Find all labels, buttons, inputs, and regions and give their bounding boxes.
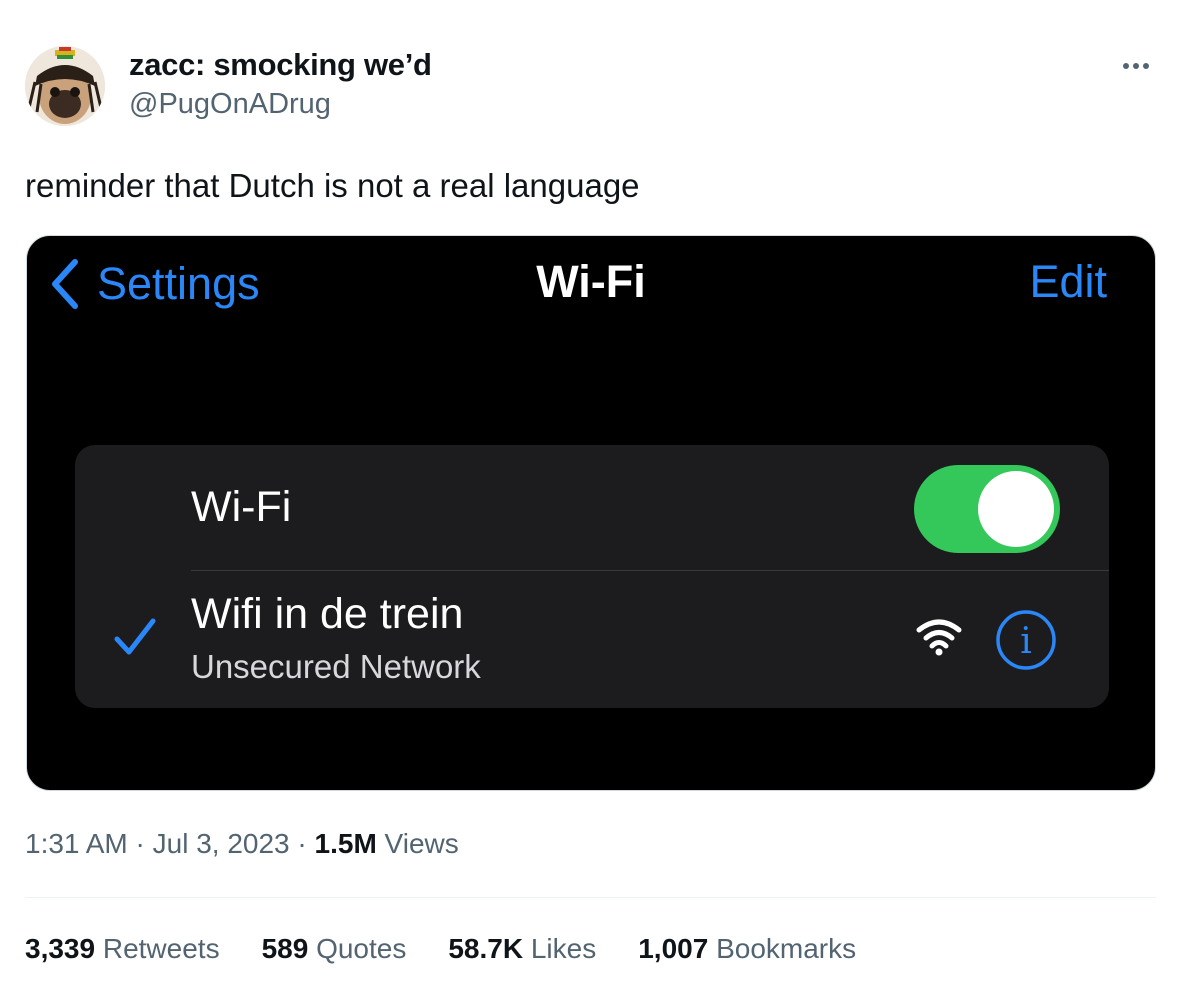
retweets-count: 3,339 — [25, 933, 96, 964]
views-label: Views — [384, 828, 459, 859]
bookmarks-count: 1,007 — [638, 933, 709, 964]
divider — [25, 897, 1156, 898]
author-handle[interactable]: @PugOnADrug — [129, 88, 331, 121]
edit-button: Edit — [1029, 256, 1107, 307]
separator: · — [135, 828, 145, 859]
quotes-count: 589 — [261, 933, 309, 964]
more-options-icon[interactable] — [1116, 54, 1156, 78]
retweets-stat[interactable]: 3,339 Retweets — [25, 933, 220, 965]
retweets-label: Retweets — [102, 933, 220, 964]
wifi-signal-icon — [916, 619, 962, 656]
bookmarks-stat[interactable]: 1,007 Bookmarks — [638, 933, 856, 965]
quotes-stat[interactable]: 589 Quotes — [262, 933, 407, 965]
avatar[interactable] — [25, 46, 105, 126]
row-divider — [191, 570, 1109, 571]
tweet-text: reminder that Dutch is not a real langua… — [25, 167, 640, 204]
bookmarks-label: Bookmarks — [716, 933, 857, 964]
likes-stat[interactable]: 58.7K Likes — [448, 933, 596, 965]
screen-title: Wi-Fi — [536, 256, 646, 307]
wifi-row-label: Wi-Fi — [191, 483, 292, 531]
likes-count: 58.7K — [448, 933, 524, 964]
wifi-settings-group: Wi-Fi Wifi in de trein Unsecured Network… — [75, 445, 1109, 708]
tweet-metadata: 1:31 AM · Jul 3, 2023 · 1.5M Views — [25, 828, 459, 860]
tweet-media-image[interactable]: Settings Wi-Fi Edit Wi-Fi Wifi in de tre… — [26, 235, 1156, 791]
checkmark-icon — [114, 618, 156, 655]
author-name[interactable]: zacc: smocking we’d — [129, 47, 432, 83]
tweet-time[interactable]: 1:31 AM — [25, 828, 128, 859]
views-count: 1.5M — [314, 828, 377, 859]
pug-avatar-image — [25, 46, 105, 126]
engagement-stats: 3,339 Retweets 589 Quotes 58.7K Likes 1,… — [25, 933, 856, 965]
tweet-date[interactable]: Jul 3, 2023 — [153, 828, 290, 859]
likes-label: Likes — [530, 933, 597, 964]
separator: · — [297, 828, 307, 859]
toggle-knob — [978, 471, 1054, 547]
network-name: Wifi in de trein — [191, 590, 464, 638]
network-status: Unsecured Network — [191, 648, 481, 685]
info-icon: i — [996, 610, 1056, 670]
wifi-toggle — [914, 465, 1060, 553]
info-icon-glyph: i — [1020, 621, 1032, 662]
quotes-label: Quotes — [316, 933, 407, 964]
